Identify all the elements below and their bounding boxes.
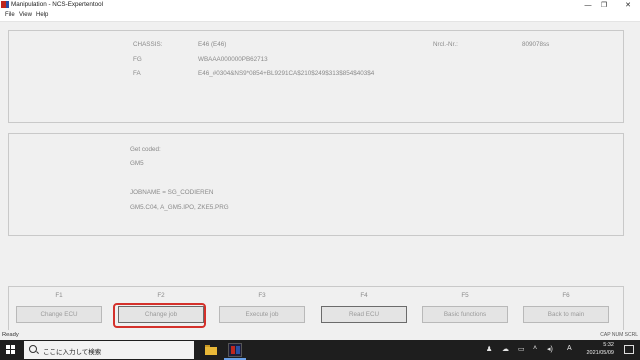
get-coded-label: Get coded: [130, 146, 161, 153]
cloud-icon[interactable]: ☁ [502, 345, 509, 353]
back-to-main-button[interactable]: Back to main [523, 306, 609, 323]
taskbar-search-box[interactable]: ここに入力して検索 [24, 341, 194, 359]
status-text: Ready [2, 332, 19, 338]
clock-time: 5:32 [603, 342, 614, 348]
execute-job-button[interactable]: Execute job [219, 306, 305, 323]
status-bar: Ready CAP NUM SCRL [0, 330, 640, 340]
minimize-button[interactable]: — [580, 0, 596, 11]
taskbar: ここに入力して検索 ♟ ☁ ▭ ˄ ◂) A 5:32 2021/05/09 [0, 340, 640, 360]
fkey-label-f1: F1 [55, 292, 63, 299]
volume-icon[interactable]: ◂) [547, 345, 553, 353]
fkey-label-f3: F3 [258, 292, 266, 299]
clock-date: 2021/05/09 [586, 349, 614, 356]
menu-bar: File View Help [0, 11, 640, 22]
search-placeholder: ここに入力して検索 [43, 349, 102, 356]
close-button[interactable]: ✕ [620, 0, 636, 11]
basic-functions-button[interactable]: Basic functions [422, 306, 508, 323]
ime-indicator[interactable]: A [567, 345, 572, 352]
nrcl-value: 809078ss [522, 41, 550, 48]
keyboard-indicators: CAP NUM SCRL [600, 332, 638, 338]
folder-icon[interactable] [204, 343, 218, 357]
nrcl-label: Nrcl.-Nr.: [433, 41, 458, 48]
highlight-box [113, 303, 206, 328]
notification-icon[interactable] [624, 345, 634, 354]
fa-value: E46_#0304&NS9*0854+BL9291CA$210$249$313$… [198, 70, 375, 77]
chassis-label: CHASSIS: [133, 41, 163, 48]
windows-logo-icon[interactable] [6, 345, 16, 355]
jobname-line: JOBNAME = SG_CODIEREN [130, 189, 214, 196]
read-ecu-button[interactable]: Read ECU [321, 306, 407, 323]
fkey-label-f2: F2 [157, 292, 165, 299]
fg-label: FG [133, 56, 142, 63]
maximize-button[interactable]: ❐ [596, 0, 612, 11]
network-icon[interactable]: ▭ [518, 345, 525, 353]
fkey-label-f6: F6 [562, 292, 570, 299]
window-title: Manipulation - NCS-Expertentool [11, 1, 104, 8]
ncs-app-icon[interactable] [228, 343, 242, 357]
app-icon[interactable] [1, 1, 9, 8]
coding-info-panel: Get coded: GM5 JOBNAME = SG_CODIEREN GM5… [8, 133, 624, 236]
fa-label: FA [133, 70, 141, 77]
menu-help[interactable]: Help [36, 12, 48, 18]
search-icon [29, 345, 37, 353]
fkey-label-f5: F5 [461, 292, 469, 299]
chevron-up-icon[interactable]: ˄ [533, 345, 537, 352]
chassis-value: E46 (E46) [198, 41, 227, 48]
fg-value: WBAAA000000PB62713 [198, 56, 268, 63]
title-bar: Manipulation - NCS-Expertentool — ❐ ✕ [0, 0, 640, 11]
module-name: GM5 [130, 160, 144, 167]
coding-files-line: GM5.C04, A_GM5.IPO, ZKE5.PRG [130, 204, 229, 211]
menu-view[interactable]: View [19, 12, 32, 18]
function-keys-panel: F1 F2 F3 F4 F5 F6 Change ECU Change job … [8, 286, 624, 331]
vehicle-info-panel: CHASSIS: E46 (E46) Nrcl.-Nr.: 809078ss F… [8, 30, 624, 123]
people-icon[interactable]: ♟ [486, 345, 492, 353]
system-clock[interactable]: 5:32 2021/05/09 [586, 342, 614, 357]
change-ecu-button[interactable]: Change ECU [16, 306, 102, 323]
menu-file[interactable]: File [5, 12, 15, 18]
fkey-label-f4: F4 [360, 292, 368, 299]
